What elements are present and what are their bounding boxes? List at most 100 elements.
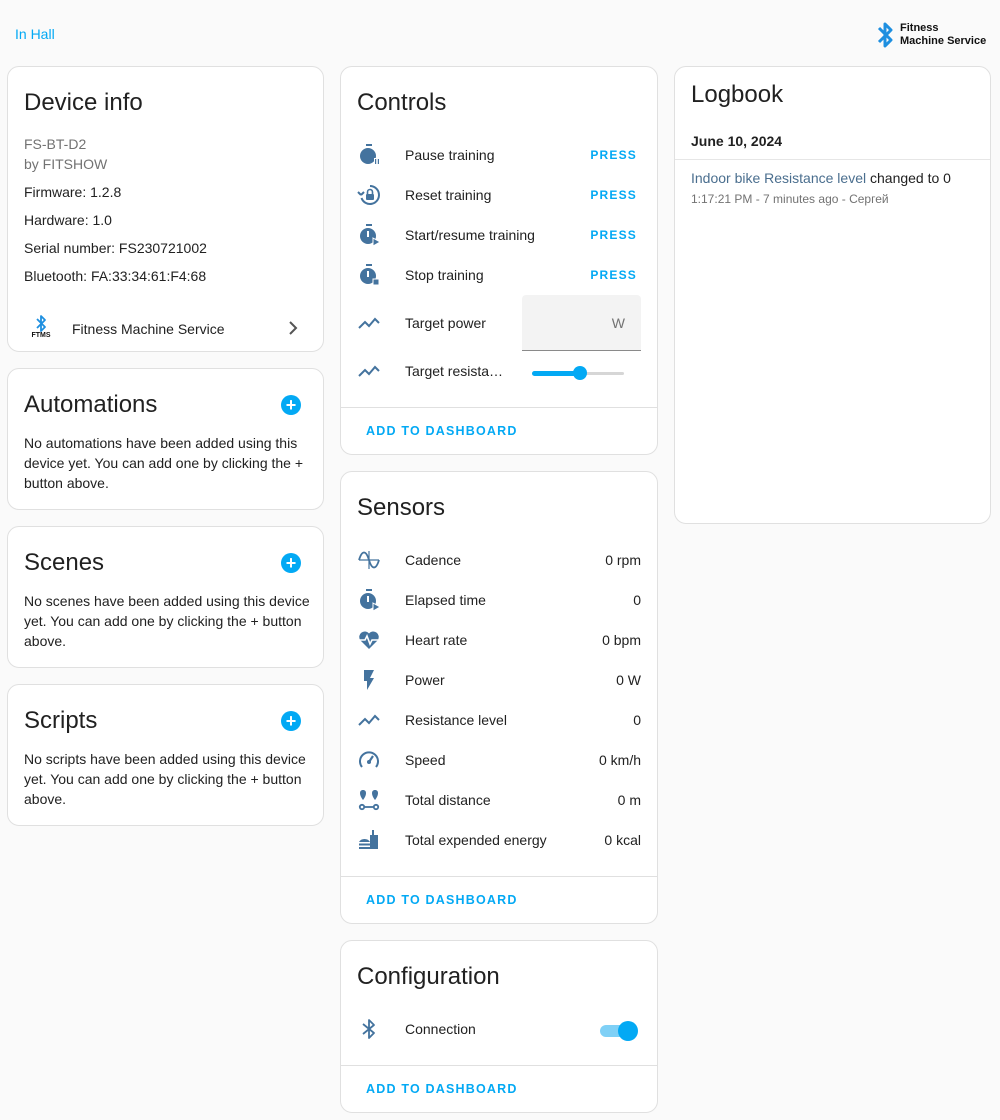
controls-card: Controls Pause training PRESS Reset trai… (340, 66, 658, 455)
target-power-label: Target power (405, 315, 486, 331)
scenes-title: Scenes (24, 549, 105, 576)
brand-logo: Fitness Machine Service (876, 20, 986, 50)
sensor-row-resistance-level[interactable]: Resistance level 0 (341, 700, 657, 740)
device-bluetooth: Bluetooth: FA:33:34:61:F4:68 (24, 268, 207, 284)
controls-add-to-dashboard-button[interactable]: ADD TO DASHBOARD (366, 424, 518, 438)
sensor-row-cadence[interactable]: Cadence 0 rpm (341, 540, 657, 580)
logbook-entry: Indoor bike Resistance level changed to … (691, 170, 951, 186)
sensor-value: 0 rpm (605, 552, 641, 568)
sensor-label: Total distance (405, 792, 491, 808)
sensor-row-heart-rate[interactable]: Heart rate 0 bpm (341, 620, 657, 660)
device-serial: Serial number: FS230721002 (24, 240, 207, 256)
logbook-entry-meta: 1:17:21 PM - 7 minutes ago - Сергей (691, 192, 889, 206)
start-training-press-button[interactable]: PRESS (590, 228, 637, 242)
bluetooth-logo-icon (877, 22, 893, 48)
control-label: Start/resume training (405, 227, 535, 243)
target-power-unit: W (611, 315, 625, 331)
pause-training-press-button[interactable]: PRESS (590, 148, 637, 162)
sensor-row-speed[interactable]: Speed 0 km/h (341, 740, 657, 780)
sensor-label: Elapsed time (405, 592, 486, 608)
scripts-empty-text: No scripts have been added using this de… (24, 751, 306, 807)
sensors-card: Sensors Cadence 0 rpm Elapsed time 0 Hea… (340, 471, 658, 924)
plus-icon: + (285, 711, 297, 731)
add-script-button[interactable]: + (281, 711, 301, 731)
logbook-divider (675, 159, 990, 160)
logbook-card: Logbook June 10, 2024 Indoor bike Resist… (674, 66, 991, 524)
automations-empty-text: No automations have been added using thi… (24, 435, 304, 491)
brand-line2: Machine Service (900, 35, 987, 47)
reset-training-press-button[interactable]: PRESS (590, 188, 637, 202)
add-scene-button[interactable]: + (281, 553, 301, 573)
control-label: Reset training (405, 187, 492, 203)
logbook-date: June 10, 2024 (691, 133, 783, 149)
configuration-card: Configuration Connection ADD TO DASHBOAR… (340, 940, 658, 1113)
breadcrumb[interactable]: In Hall (15, 26, 55, 42)
device-firmware: Firmware: 1.2.8 (24, 184, 122, 200)
sensor-value: 0 m (617, 792, 641, 808)
sensor-value: 0 kcal (604, 832, 641, 848)
ftms-logo-text: FTMS (31, 332, 51, 339)
speedometer-icon (357, 748, 381, 772)
sensors-title: Sensors (357, 494, 446, 521)
chevron-right-icon (287, 320, 299, 336)
logbook-entity-link[interactable]: Indoor bike Resistance level (691, 170, 866, 186)
sensor-row-total-distance[interactable]: Total distance 0 m (341, 780, 657, 820)
timer-play-icon (357, 588, 381, 612)
control-row-start: Start/resume training PRESS (341, 215, 657, 255)
food-icon (357, 828, 381, 852)
add-automation-button[interactable]: + (281, 395, 301, 415)
control-row-reset: Reset training PRESS (341, 175, 657, 215)
sensors-add-to-dashboard-button[interactable]: ADD TO DASHBOARD (366, 893, 518, 907)
plus-icon: + (285, 395, 297, 415)
toggle-knob (618, 1021, 638, 1041)
flash-icon (357, 668, 381, 692)
integration-link[interactable]: FTMS Fitness Machine Service (8, 311, 323, 347)
heart-pulse-icon (357, 628, 381, 652)
controls-title: Controls (357, 89, 447, 116)
device-info-card: Device info FS-BT-D2 by FITSHOW Firmware… (7, 66, 324, 352)
chart-line-icon (357, 359, 381, 383)
target-power-input[interactable]: W (522, 295, 641, 351)
target-resistance-slider[interactable] (532, 366, 624, 380)
device-hardware: Hardware: 1.0 (24, 212, 112, 228)
device-info-title: Device info (24, 89, 143, 116)
scenes-empty-text: No scenes have been added using this dev… (24, 593, 310, 649)
brand-line1: Fitness (900, 22, 939, 34)
control-label: Pause training (405, 147, 495, 163)
chart-line-icon (357, 311, 381, 335)
configuration-actions: ADD TO DASHBOARD (341, 1065, 657, 1112)
slider-thumb[interactable] (572, 366, 587, 380)
timer-play-icon (357, 223, 381, 247)
sensor-value: 0 (633, 592, 641, 608)
sine-wave-icon (357, 548, 381, 572)
connection-toggle[interactable] (600, 1020, 638, 1042)
bluetooth-icon (357, 1017, 381, 1041)
integration-label: Fitness Machine Service (72, 321, 225, 337)
lock-reset-icon (357, 183, 381, 207)
map-marker-distance-icon (357, 788, 381, 812)
control-label: Stop training (405, 267, 484, 283)
device-model: FS-BT-D2 (24, 136, 87, 152)
sensors-actions: ADD TO DASHBOARD (341, 876, 657, 923)
sensor-value: 0 km/h (598, 752, 641, 768)
logbook-entry-text: changed to 0 (866, 170, 951, 186)
timer-pause-icon (357, 143, 381, 167)
ftms-logo-icon: FTMS (28, 315, 54, 339)
sensor-value: 0 (633, 712, 641, 728)
chart-line-icon (357, 708, 381, 732)
sensor-value: 0 bpm (602, 632, 641, 648)
automations-card: Automations + No automations have been a… (7, 368, 324, 510)
automations-title: Automations (24, 391, 158, 418)
sensor-label: Total expended energy (405, 832, 547, 848)
configuration-title: Configuration (357, 963, 500, 990)
sensor-row-power[interactable]: Power 0 W (341, 660, 657, 700)
sensor-row-total-energy[interactable]: Total expended energy 0 kcal (341, 820, 657, 860)
scripts-card: Scripts + No scripts have been added usi… (7, 684, 324, 826)
stop-training-press-button[interactable]: PRESS (590, 268, 637, 282)
controls-actions: ADD TO DASHBOARD (341, 407, 657, 454)
sensor-row-elapsed-time[interactable]: Elapsed time 0 (341, 580, 657, 620)
sensor-label: Speed (405, 752, 446, 768)
sensor-label: Power (405, 672, 445, 688)
configuration-add-to-dashboard-button[interactable]: ADD TO DASHBOARD (366, 1082, 518, 1096)
scripts-title: Scripts (24, 707, 98, 734)
